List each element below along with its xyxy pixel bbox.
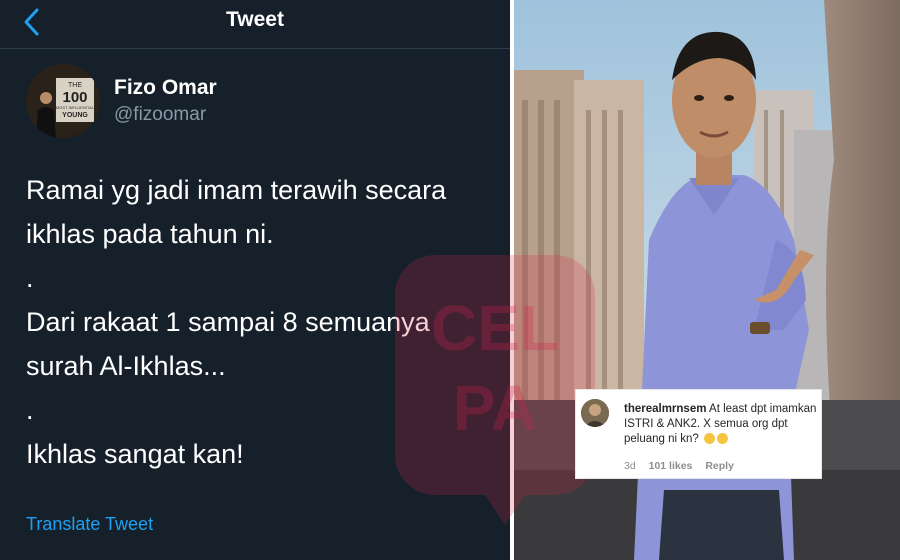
author-name[interactable]: Fizo Omar (114, 76, 217, 100)
commenter-username[interactable]: therealmrnsem (624, 403, 706, 415)
avatar-text-line1: MOST INFLUENTIAL (56, 105, 95, 110)
tweet-header: Tweet (0, 0, 510, 49)
tweet-line: Ramai yg jadi imam terawih secara (26, 175, 447, 205)
page-title: Tweet (226, 8, 284, 31)
commenter-avatar-image (581, 399, 609, 427)
instagram-comment-card: therealmrnsem At least dpt imamkan ISTRI… (576, 390, 821, 478)
smiley-emoji-icon (704, 433, 716, 444)
comment-likes[interactable]: 101 likes (649, 460, 693, 472)
avatar-image: THE 100 MOST INFLUENTIAL YOUNG (26, 64, 100, 138)
tweet-line: surah Al-Ikhlas... (26, 351, 226, 381)
tweet-line: Ikhlas sangat kan! (26, 439, 244, 469)
comment-body: therealmrnsem At least dpt imamkan ISTRI… (624, 402, 819, 447)
commenter-avatar[interactable] (581, 399, 609, 427)
smiley-emoji-icon (717, 433, 729, 444)
tweet-line: . (26, 395, 34, 425)
tweet-line: Dari rakaat 1 sampai 8 semuanya (26, 307, 430, 337)
avatar-text-number: 100 (62, 89, 87, 106)
tweet-line: ikhlas pada tahun ni. (26, 219, 274, 249)
avatar-text-line2: YOUNG (62, 112, 88, 119)
translate-tweet-link[interactable]: Translate Tweet (26, 514, 153, 535)
tweet-panel: Tweet THE 100 MOST INFLUENTIAL YOUNG Fiz… (0, 0, 510, 560)
comment-meta: 3d 101 likes Reply (624, 460, 744, 472)
reply-button[interactable]: Reply (705, 460, 734, 472)
avatar[interactable]: THE 100 MOST INFLUENTIAL YOUNG (26, 64, 100, 138)
tweet-line: . (26, 263, 34, 293)
author-handle[interactable]: @fizoomar (114, 104, 206, 126)
avatar-text-top: THE (68, 82, 82, 89)
comment-time: 3d (624, 460, 636, 472)
tweet-text: Ramai yg jadi imam terawih secara ikhlas… (26, 168, 496, 476)
